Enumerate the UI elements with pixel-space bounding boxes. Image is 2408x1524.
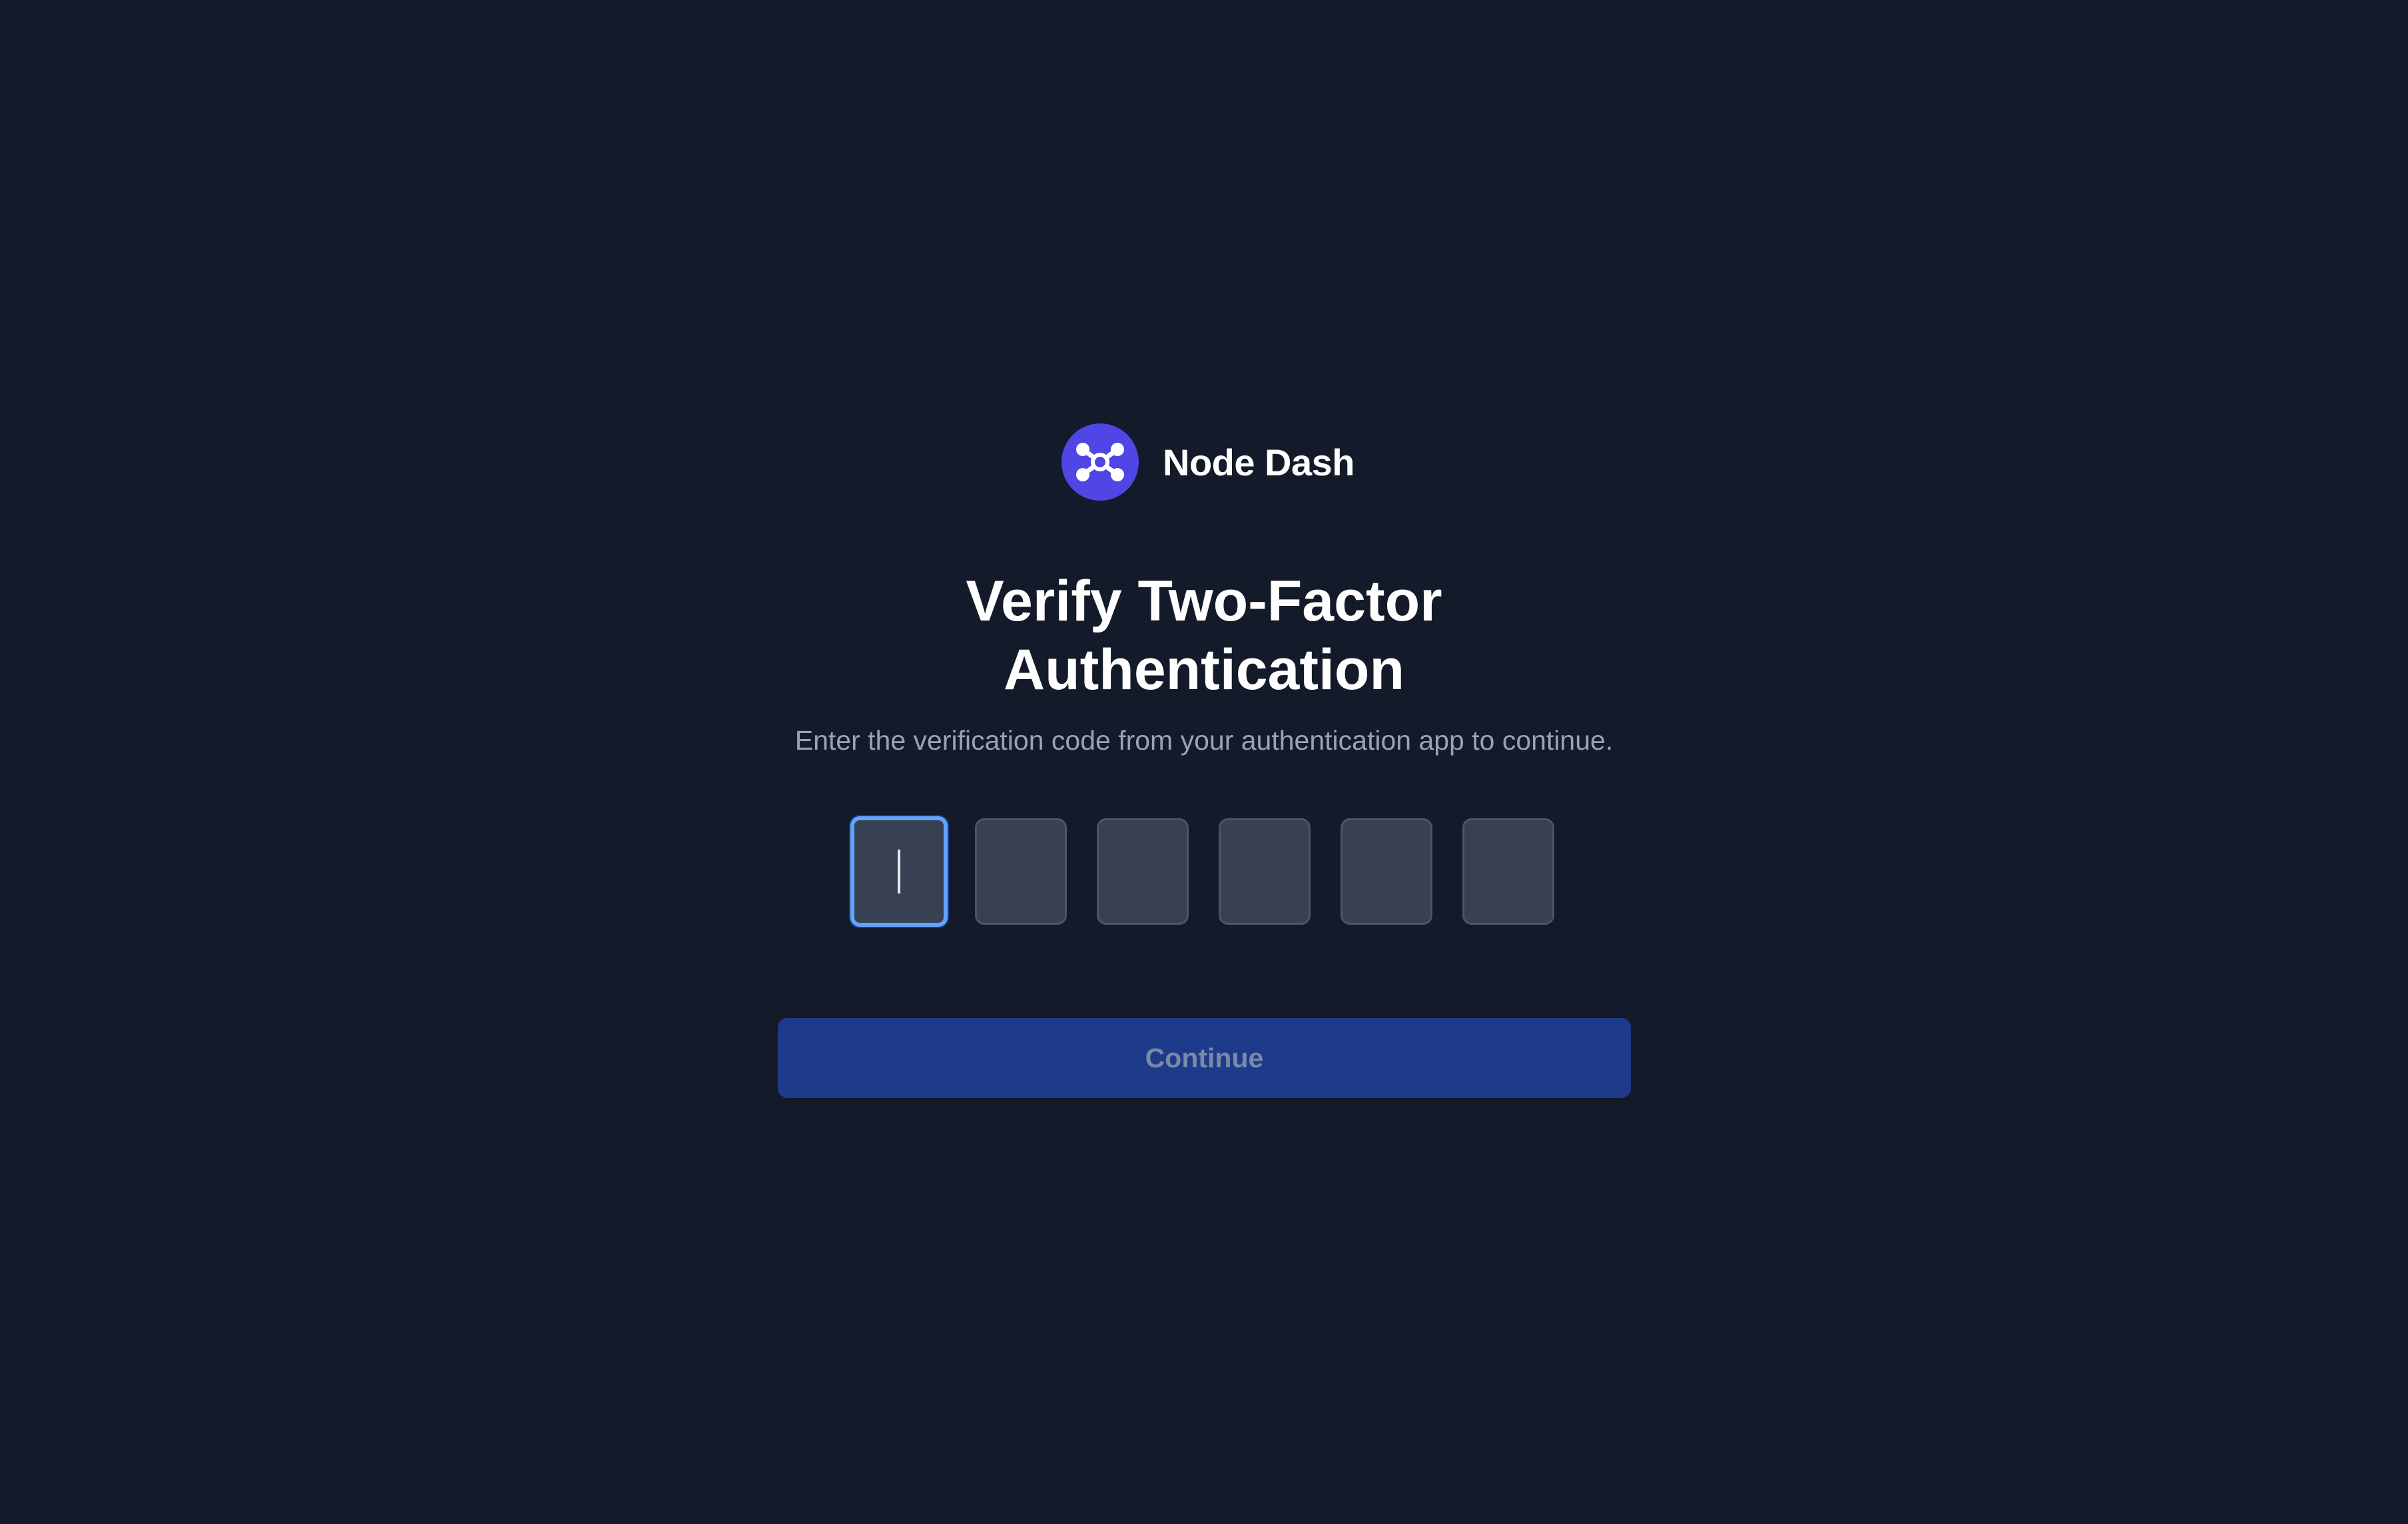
page-title-line-2: Authentication — [1004, 638, 1404, 702]
otp-digit-6[interactable] — [1462, 818, 1554, 925]
brand-header: Node Dash — [1061, 423, 1355, 501]
continue-button[interactable]: Continue — [778, 1018, 1631, 1098]
text-cursor — [898, 850, 900, 893]
otp-digit-2[interactable] — [975, 818, 1067, 925]
otp-digit-5[interactable] — [1341, 818, 1432, 925]
page-subtitle: Enter the verification code from your au… — [794, 725, 1614, 756]
otp-digit-3[interactable] — [1097, 818, 1189, 925]
page-title-line-1: Verify Two-Factor — [966, 569, 1442, 633]
page-title: Verify Two-Factor Authentication — [804, 567, 1604, 704]
otp-code-input — [850, 816, 1554, 927]
brand-name: Node Dash — [1163, 441, 1355, 483]
network-nodes-icon — [1061, 423, 1139, 501]
two-factor-page: Node Dash Verify Two-Factor Authenticati… — [0, 0, 2408, 1524]
otp-digit-4[interactable] — [1219, 818, 1311, 925]
otp-digit-1[interactable] — [850, 816, 948, 927]
